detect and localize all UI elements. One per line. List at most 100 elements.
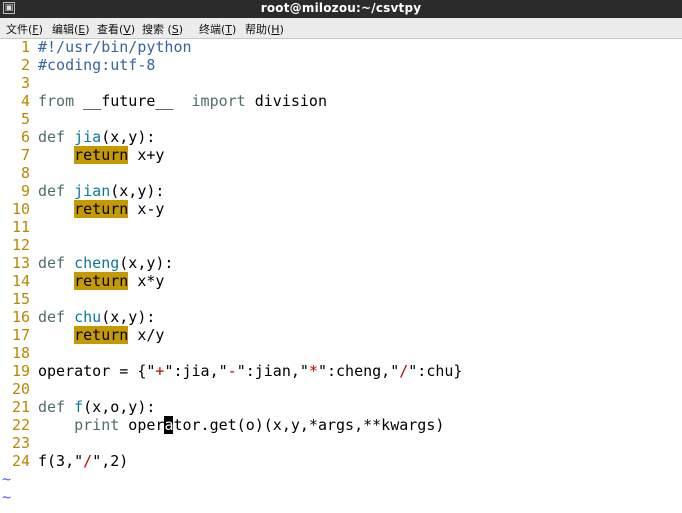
string-literal-token: - [227,362,237,380]
menu-view[interactable]: 查看(V) [97,21,135,37]
line-number: 2 [20,56,30,74]
vim-editor[interactable]: 1 #!/usr/bin/python 2 #coding:utf-8 3 4 from _… [0,38,682,513]
line-number: 7 [20,146,30,164]
code-token: x+y [128,146,165,164]
code-line[interactable]: 14 return x*y [0,272,164,290]
menu-help-label: 帮助( [245,23,272,36]
menu-file[interactable]: 文件(F) [6,21,43,37]
code-text: operator = {"+":jia,"-":jian,"*":cheng,"… [38,362,462,380]
code-line[interactable]: 11 [0,218,30,236]
menu-help-mnemonic: H [271,23,280,36]
code-text: #!/usr/bin/python [38,38,192,56]
line-number: 9 [20,182,30,200]
keyword-token: def [38,182,66,200]
menu-search-mnemonic: S [171,23,179,36]
code-text: def cheng(x,y): [38,254,173,272]
code-line[interactable]: 5 [0,110,30,128]
code-line[interactable]: 24 f(3,"/",2) [0,452,128,470]
code-line[interactable]: 15 [0,290,30,308]
return-keyword-highlight: return [74,326,129,344]
line-number: 10 [11,200,30,218]
code-token: (x,o,y): [83,398,156,416]
code-line[interactable]: 22 print operator.get(o)(x,y,*args,**kwa… [0,416,444,434]
line-number: 22 [11,416,30,434]
comment-token: #coding:utf-8 [38,56,156,74]
code-token: __future__ [74,92,192,110]
menu-search-suffix: ) [178,23,184,36]
code-line[interactable]: 9 def jian(x,y): [0,182,164,200]
menu-edit[interactable]: 编辑(E) [52,21,90,37]
code-text: def jian(x,y): [38,182,164,200]
window-titlebar[interactable]: ▣ root@milozou:~/csvtpy [0,0,682,18]
code-line[interactable]: 18 [0,344,30,362]
code-text: #coding:utf-8 [38,56,155,74]
line-number: 4 [20,92,30,110]
code-line[interactable]: 19 operator = {"+":jia,"-":jian,"*":cheng… [0,362,463,380]
code-line[interactable]: 20 [0,380,30,398]
menu-terminal[interactable]: 终端(T) [199,21,236,37]
code-line[interactable]: 13 def cheng(x,y): [0,254,174,272]
code-line[interactable]: 17 return x/y [0,326,164,344]
comment-token: #!/usr/bin/python [38,38,192,56]
string-literal-token: * [308,362,318,380]
line-number: 13 [11,254,30,272]
line-number: 5 [20,110,30,128]
window-title: root@milozou:~/csvtpy [260,1,422,15]
keyword-token: print [74,416,120,434]
line-number: 18 [11,344,30,362]
line-number: 23 [11,434,30,452]
function-name-token: jian [74,182,111,200]
code-token: oper [119,416,165,434]
empty-buffer-line-marker: ~ [2,470,12,488]
line-number: 21 [11,398,30,416]
line-number: 3 [20,74,30,92]
code-line[interactable]: 1 #!/usr/bin/python [0,38,192,56]
code-token: ":jian," [236,362,309,380]
menu-search[interactable]: 搜索 (S) [142,21,183,37]
code-line[interactable]: 4 from __future__ import division [0,92,327,110]
code-token: ":chu} [408,362,463,380]
code-text: print operator.get(o)(x,y,*args,**kwargs… [38,416,444,434]
code-line[interactable]: 3 [0,74,30,92]
code-line[interactable]: 16 def chu(x,y): [0,308,155,326]
code-line[interactable]: 12 [0,236,30,254]
code-text: def jia(x,y): [38,128,155,146]
code-line[interactable]: 8 [0,164,30,182]
line-number: 12 [11,236,30,254]
function-name-token: chu [74,308,102,326]
menu-help[interactable]: 帮助(H) [245,21,284,37]
function-name-token: cheng [74,254,120,272]
menu-search-label: 搜索 ( [142,23,172,36]
code-line[interactable]: 21 def f(x,o,y): [0,398,155,416]
line-number: 14 [11,272,30,290]
line-number: 24 [11,452,30,470]
return-keyword-highlight: return [74,272,129,290]
code-line[interactable]: 6 def jia(x,y): [0,128,155,146]
keyword-token: def [38,128,66,146]
function-name-token: f [74,398,84,416]
keyword-token: def [38,308,66,326]
menu-terminal-suffix: ) [232,23,237,36]
code-token: ":jia," [164,362,228,380]
code-token: (x,y): [101,308,156,326]
code-token: f(3," [38,452,84,470]
return-keyword-highlight: return [74,146,129,164]
code-token: (x,y): [110,182,165,200]
code-line[interactable]: 10 return x-y [0,200,164,218]
code-text: from __future__ import division [38,92,327,110]
function-name-token: jia [74,128,102,146]
line-number: 20 [11,380,30,398]
code-line[interactable]: 2 #coding:utf-8 [0,56,155,74]
menu-help-suffix: ) [279,23,284,36]
code-line[interactable]: 23 [0,434,30,452]
code-line[interactable]: 7 return x+y [0,146,164,164]
code-token: x-y [128,200,165,218]
menu-view-mnemonic: V [123,23,131,36]
code-text: f(3,"/",2) [38,452,128,470]
